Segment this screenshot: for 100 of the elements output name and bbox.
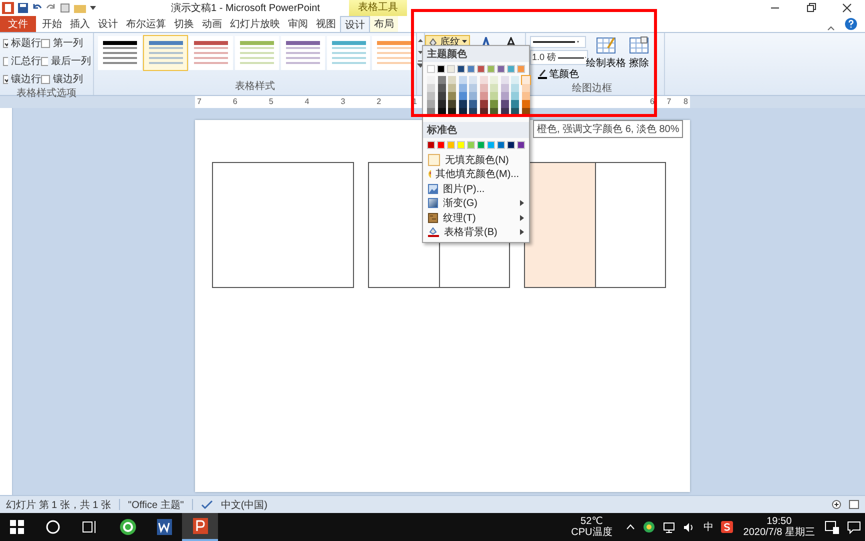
close-icon[interactable]: [842, 3, 852, 13]
tray-expand-icon[interactable]: [626, 524, 636, 530]
ribbon-tab[interactable]: 审阅: [284, 16, 312, 32]
color-swatch[interactable]: [438, 92, 446, 100]
network-icon[interactable]: [663, 522, 676, 532]
volume-icon[interactable]: [683, 522, 696, 532]
color-swatch[interactable]: [500, 76, 508, 84]
checkbox-label[interactable]: 最后一列: [51, 54, 91, 68]
menu-item[interactable]: 图片(P)...: [423, 182, 529, 196]
table-style-thumbnail[interactable]: [189, 36, 234, 70]
ribbon-tab[interactable]: 文件: [0, 16, 36, 32]
draw-table-button[interactable]: 绘制表格: [588, 33, 624, 81]
checkbox-label[interactable]: 标题行: [11, 36, 41, 50]
checkbox[interactable]: [3, 74, 8, 84]
checkbox-label[interactable]: 第一列: [53, 36, 83, 50]
input-method-indicator[interactable]: 中: [703, 520, 714, 534]
table-style-thumbnail[interactable]: [280, 36, 325, 70]
checkbox[interactable]: [3, 38, 8, 48]
customize-caret-icon[interactable]: [90, 5, 96, 11]
table-style-thumbnail[interactable]: [144, 36, 188, 70]
sogou-icon[interactable]: [721, 521, 734, 533]
color-swatch[interactable]: [500, 84, 508, 92]
color-swatch[interactable]: [517, 65, 525, 73]
color-swatch[interactable]: [458, 100, 466, 108]
ribbon-tab[interactable]: 插入: [66, 16, 94, 32]
table-cell[interactable]: [594, 162, 666, 288]
checkbox-label[interactable]: 镶边列: [53, 72, 83, 86]
eraser-button[interactable]: 擦除: [624, 33, 654, 81]
color-swatch[interactable]: [438, 76, 446, 84]
color-swatch[interactable]: [480, 92, 488, 100]
checkbox-label[interactable]: 镶边行: [11, 72, 41, 86]
color-swatch[interactable]: [490, 100, 498, 108]
color-swatch[interactable]: [427, 65, 435, 73]
table-style-thumbnail[interactable]: [372, 36, 416, 70]
menu-item[interactable]: 表格背景(B): [423, 225, 529, 240]
color-swatch[interactable]: [448, 76, 456, 84]
ribbon-tab[interactable]: 开始: [38, 16, 66, 32]
color-swatch[interactable]: [497, 65, 505, 73]
color-swatch[interactable]: [438, 84, 446, 92]
fit-slide-icon[interactable]: [849, 500, 859, 509]
menu-item[interactable]: 纹理(T): [423, 210, 529, 225]
pen-color-button[interactable]: 笔颜色: [538, 67, 588, 81]
color-swatch[interactable]: [490, 76, 498, 84]
ribbon-tab[interactable]: 布尔运算: [122, 16, 170, 32]
color-swatch[interactable]: [427, 76, 435, 84]
zoom-in-icon[interactable]: [832, 500, 841, 509]
color-swatch[interactable]: [427, 100, 435, 108]
gallery-more-icon[interactable]: [417, 58, 424, 70]
pen-style-dropdown[interactable]: [530, 36, 586, 48]
color-swatch[interactable]: [457, 65, 465, 73]
tray-app-icon[interactable]: [643, 521, 656, 533]
color-swatch[interactable]: [477, 141, 485, 149]
color-swatch[interactable]: [447, 141, 455, 149]
color-swatch[interactable]: [500, 92, 508, 100]
color-swatch[interactable]: [490, 92, 498, 100]
color-swatch[interactable]: [522, 76, 530, 84]
table-cell[interactable]: [524, 162, 596, 288]
preview-icon[interactable]: [60, 3, 70, 13]
color-swatch[interactable]: [427, 141, 435, 149]
minimize-ribbon-icon[interactable]: [827, 24, 835, 32]
color-swatch[interactable]: [447, 65, 455, 73]
language[interactable]: 中文(中国): [220, 498, 268, 512]
table-style-thumbnail[interactable]: [98, 36, 142, 70]
color-swatch[interactable]: [458, 76, 466, 84]
color-swatch[interactable]: [448, 84, 456, 92]
color-swatch[interactable]: [457, 141, 465, 149]
color-swatch[interactable]: [448, 100, 456, 108]
color-swatch[interactable]: [522, 92, 530, 100]
color-swatch[interactable]: [480, 100, 488, 108]
ribbon-tab[interactable]: 动画: [198, 16, 226, 32]
ribbon-tab[interactable]: 切换: [170, 16, 198, 32]
checkbox[interactable]: [41, 56, 48, 66]
ribbon-tab[interactable]: 布局: [370, 16, 398, 32]
table-style-thumbnail[interactable]: [326, 36, 370, 70]
checkbox[interactable]: [41, 74, 50, 84]
menu-item[interactable]: 其他填充颜色(M)...: [423, 167, 529, 182]
color-swatch[interactable]: [427, 84, 435, 92]
color-swatch[interactable]: [467, 141, 475, 149]
search-icon[interactable]: [46, 520, 60, 534]
color-swatch[interactable]: [511, 92, 519, 100]
color-swatch[interactable]: [490, 84, 498, 92]
color-swatch[interactable]: [467, 65, 475, 73]
ribbon-tab[interactable]: 幻灯片放映: [226, 16, 284, 32]
ribbon-tab[interactable]: 视图: [312, 16, 340, 32]
color-swatch[interactable]: [507, 65, 515, 73]
clock-time[interactable]: 19:50: [766, 516, 792, 527]
help-icon[interactable]: [845, 18, 857, 30]
color-swatch[interactable]: [507, 141, 515, 149]
color-swatch[interactable]: [522, 100, 530, 108]
task-view-icon[interactable]: [82, 520, 98, 534]
windows-start-icon[interactable]: [10, 520, 24, 534]
color-swatch[interactable]: [469, 100, 477, 108]
notification-badge-icon[interactable]: [825, 520, 839, 534]
color-swatch[interactable]: [469, 92, 477, 100]
checkbox[interactable]: [41, 38, 50, 48]
action-center-icon[interactable]: [847, 520, 861, 534]
color-swatch[interactable]: [517, 141, 525, 149]
color-swatch[interactable]: [469, 76, 477, 84]
ribbon-tab[interactable]: 设计: [340, 16, 370, 32]
color-swatch[interactable]: [427, 92, 435, 100]
